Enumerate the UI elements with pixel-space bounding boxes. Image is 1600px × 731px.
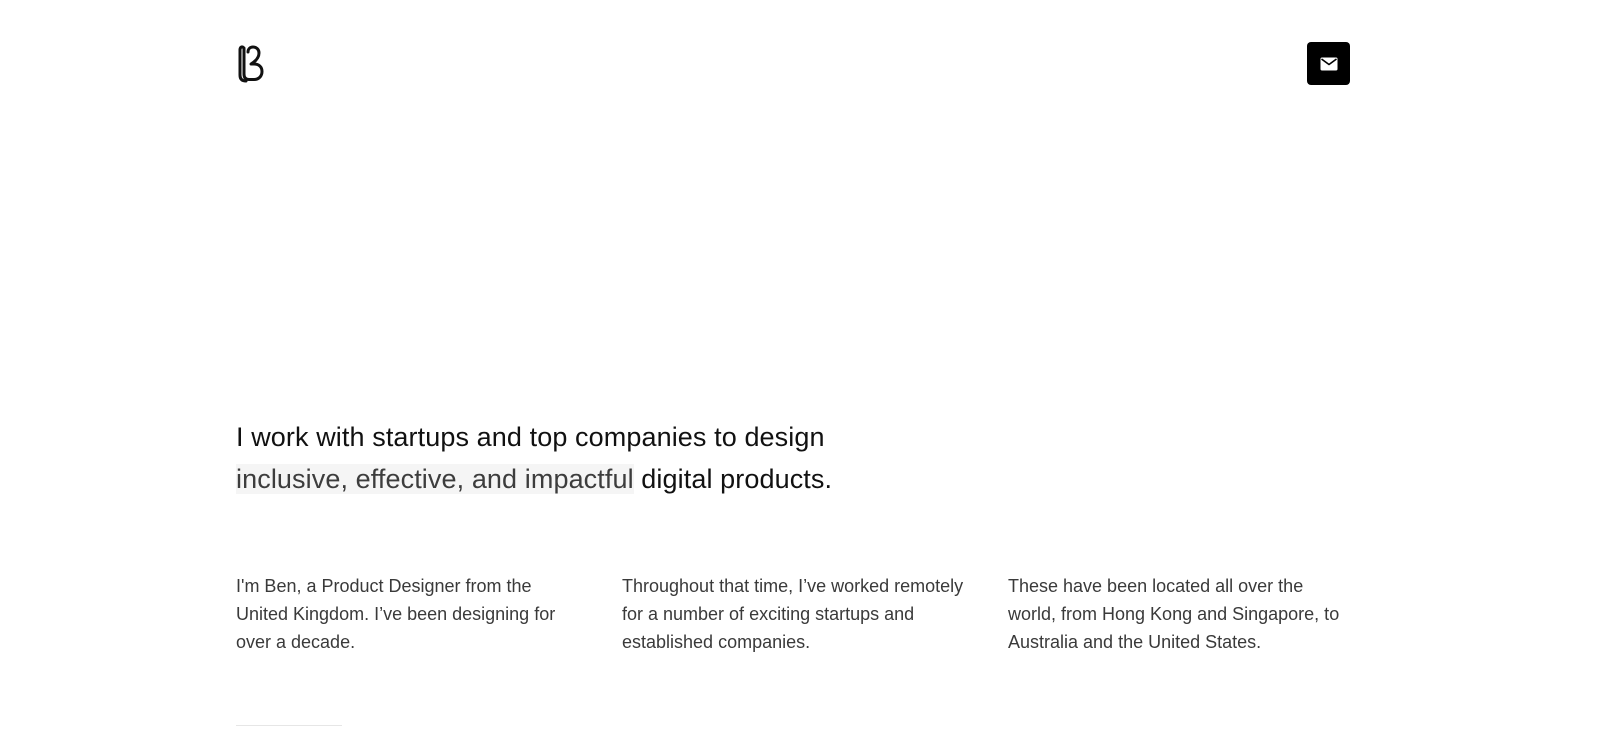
intro-paragraph-1: I'm Ben, a Product Designer from the Uni… [236, 576, 556, 652]
b-monogram-logo-icon [238, 45, 264, 83]
intro-paragraph-3: These have been located all over the wor… [1008, 576, 1340, 652]
hero-highlight-text: inclusive, effective, and impactful [236, 464, 634, 494]
contact-email-button[interactable] [1307, 42, 1350, 85]
logo-link[interactable] [236, 44, 266, 84]
page: I work with startups and top companies t… [0, 0, 1600, 731]
envelope-icon [1320, 57, 1337, 70]
intro-columns: I'm Ben, a Product Designer from the Uni… [236, 572, 1350, 656]
hero-line-2: digital products. [633, 464, 833, 494]
hero-headline: I work with startups and top companies t… [236, 416, 956, 500]
section-divider [236, 725, 342, 726]
hero-line-1: I work with startups and top companies t… [236, 422, 825, 452]
intro-paragraph-2: Throughout that time, I’ve worked remote… [622, 576, 964, 652]
